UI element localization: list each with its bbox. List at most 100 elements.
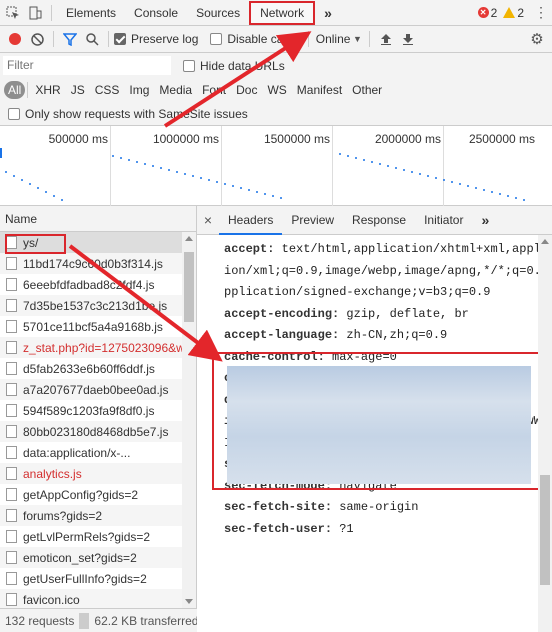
scroll-up-arrow[interactable] bbox=[185, 236, 193, 241]
file-icon bbox=[6, 425, 17, 438]
request-name: favicon.ico bbox=[23, 592, 80, 607]
chevron-down-icon[interactable]: ▼ bbox=[350, 28, 364, 50]
warning-count[interactable]: 2 bbox=[503, 6, 524, 20]
scroll-down-arrow[interactable] bbox=[185, 599, 193, 604]
close-icon[interactable]: × bbox=[197, 212, 219, 228]
device-toolbar-icon[interactable] bbox=[24, 2, 46, 24]
file-icon bbox=[6, 404, 17, 417]
settings-icon[interactable]: ⋮ bbox=[530, 2, 552, 24]
type-js[interactable]: JS bbox=[66, 81, 90, 99]
search-icon[interactable] bbox=[81, 28, 103, 50]
request-row[interactable]: 6eeebfdfadbad8c2fdf4.js bbox=[0, 274, 182, 295]
import-icon[interactable] bbox=[375, 28, 397, 50]
headers-scrollbar[interactable] bbox=[538, 235, 552, 632]
cookie-highlight-box bbox=[212, 352, 544, 490]
header-value: ion/xml;q=0.9,image/webp,image/apng,*/*;… bbox=[224, 263, 552, 278]
header-value: text/html,application/xhtml+xml,applicat bbox=[274, 242, 552, 256]
resource-type-bar: All XHR JS CSS Img Media Font Doc WS Man… bbox=[0, 78, 552, 102]
record-icon[interactable] bbox=[4, 28, 26, 50]
type-css[interactable]: CSS bbox=[90, 81, 125, 99]
request-row[interactable]: 80bb023180d8468db5e7.js bbox=[0, 421, 182, 442]
request-row[interactable]: 594f589c1203fa9f8df0.js bbox=[0, 400, 182, 421]
request-rows: ys/11bd174c9c60d0b3f314.js 6eeebfdfadbad8… bbox=[0, 232, 196, 608]
header-line: sec-fetch-user: ?1 bbox=[224, 519, 552, 541]
samesite-checkbox[interactable] bbox=[8, 107, 20, 120]
divider bbox=[27, 82, 29, 98]
request-row[interactable]: d5fab2633e6b60ff6ddf.js bbox=[0, 358, 182, 379]
type-other[interactable]: Other bbox=[347, 81, 387, 99]
hide-data-urls-checkbox[interactable] bbox=[183, 59, 195, 72]
request-row[interactable]: 11bd174c9c60d0b3f314.js bbox=[0, 253, 182, 274]
request-row[interactable]: 5701ce11bcf5a4a9168b.js bbox=[0, 316, 182, 337]
request-row[interactable]: favicon.ico bbox=[0, 589, 182, 608]
file-icon bbox=[6, 551, 17, 564]
inspect-element-icon[interactable] bbox=[2, 2, 24, 24]
error-icon: ✕ bbox=[477, 7, 489, 18]
name-column-header[interactable]: Name bbox=[0, 206, 196, 232]
header-line: accept: text/html,application/xhtml+xml,… bbox=[224, 239, 552, 261]
type-xhr[interactable]: XHR bbox=[30, 81, 65, 99]
request-row[interactable]: getUserFullInfo?gids=2 bbox=[0, 568, 182, 589]
disable-cache-checkbox[interactable] bbox=[210, 33, 223, 45]
more-tabs-button[interactable]: » bbox=[315, 0, 341, 26]
tab-network[interactable]: Network bbox=[249, 0, 316, 25]
clear-icon[interactable] bbox=[26, 28, 48, 50]
header-value: gzip, deflate, br bbox=[339, 306, 469, 321]
request-row[interactable]: forums?gids=2 bbox=[0, 505, 182, 526]
request-row[interactable]: data:application/x-... bbox=[0, 442, 182, 463]
file-icon bbox=[6, 467, 17, 480]
header-line: sec-fetch-site: same-origin bbox=[224, 497, 552, 519]
preserve-log-checkbox[interactable] bbox=[114, 33, 126, 45]
request-row[interactable]: analytics.js bbox=[0, 463, 182, 484]
tab-console[interactable]: Console bbox=[125, 0, 187, 26]
type-all[interactable]: All bbox=[4, 81, 26, 99]
type-manifest[interactable]: Manifest bbox=[292, 81, 347, 99]
filter-bar: Hide data URLs bbox=[0, 53, 552, 78]
gear-icon[interactable]: ⚙ bbox=[526, 28, 548, 50]
request-name: a7a207677daeb0bee0ad.js bbox=[23, 382, 169, 397]
request-row[interactable]: 7d35be1537c3c213d1be.js bbox=[0, 295, 182, 316]
tab-response[interactable]: Response bbox=[343, 206, 415, 235]
filter-input[interactable] bbox=[3, 56, 171, 75]
header-line: accept-encoding: gzip, deflate, br bbox=[224, 304, 552, 326]
timeline-overview[interactable]: 500000 ms 1000000 ms 1500000 ms 2000000 … bbox=[0, 126, 552, 206]
header-line: ion/xml;q=0.9,image/webp,image/apng,*/*;… bbox=[224, 261, 552, 283]
detail-tabbar: × Headers Preview Response Initiator » bbox=[197, 206, 552, 235]
tab-headers[interactable]: Headers bbox=[219, 206, 283, 235]
request-row[interactable]: a7a207677daeb0bee0ad.js bbox=[0, 379, 182, 400]
request-row[interactable]: getAppConfig?gids=2 bbox=[0, 484, 182, 505]
file-icon bbox=[6, 341, 17, 354]
type-media[interactable]: Media bbox=[154, 81, 197, 99]
file-icon bbox=[6, 509, 17, 522]
more-detail-tabs-button[interactable]: » bbox=[472, 206, 498, 235]
type-ws[interactable]: WS bbox=[262, 81, 291, 99]
export-icon[interactable] bbox=[397, 28, 419, 50]
samesite-bar: Only show requests with SameSite issues bbox=[0, 102, 552, 126]
scrollbar-thumb[interactable] bbox=[184, 252, 194, 322]
header-value: same-origin bbox=[332, 500, 419, 514]
error-count[interactable]: ✕ 2 bbox=[477, 6, 497, 20]
file-icon bbox=[6, 278, 17, 291]
divider bbox=[53, 31, 54, 47]
request-list-scrollbar[interactable] bbox=[182, 232, 196, 608]
tab-initiator[interactable]: Initiator bbox=[415, 206, 472, 235]
throttle-select[interactable]: Online bbox=[316, 32, 351, 46]
scroll-up-arrow[interactable] bbox=[541, 239, 549, 244]
tab-elements[interactable]: Elements bbox=[57, 0, 125, 26]
request-name: 11bd174c9c60d0b3f314.js bbox=[23, 256, 163, 271]
scrollbar-thumb[interactable] bbox=[540, 475, 550, 585]
type-doc[interactable]: Doc bbox=[231, 81, 262, 99]
request-row[interactable]: z_stat.php?id=1275023096&w bbox=[0, 337, 182, 358]
tab-preview[interactable]: Preview bbox=[282, 206, 343, 235]
type-font[interactable]: Font bbox=[197, 81, 231, 99]
file-icon bbox=[6, 446, 17, 459]
request-name: getUserFullInfo?gids=2 bbox=[23, 571, 147, 586]
timeline-dots bbox=[0, 148, 525, 201]
request-name: 6eeebfdfadbad8c2fdf4.js bbox=[23, 277, 155, 292]
request-row[interactable]: getLvlPermRels?gids=2 bbox=[0, 526, 182, 547]
filter-icon[interactable] bbox=[59, 28, 81, 50]
request-row[interactable]: emoticon_set?gids=2 bbox=[0, 547, 182, 568]
tab-sources[interactable]: Sources bbox=[187, 0, 249, 26]
type-img[interactable]: Img bbox=[124, 81, 154, 99]
divider bbox=[369, 31, 371, 47]
